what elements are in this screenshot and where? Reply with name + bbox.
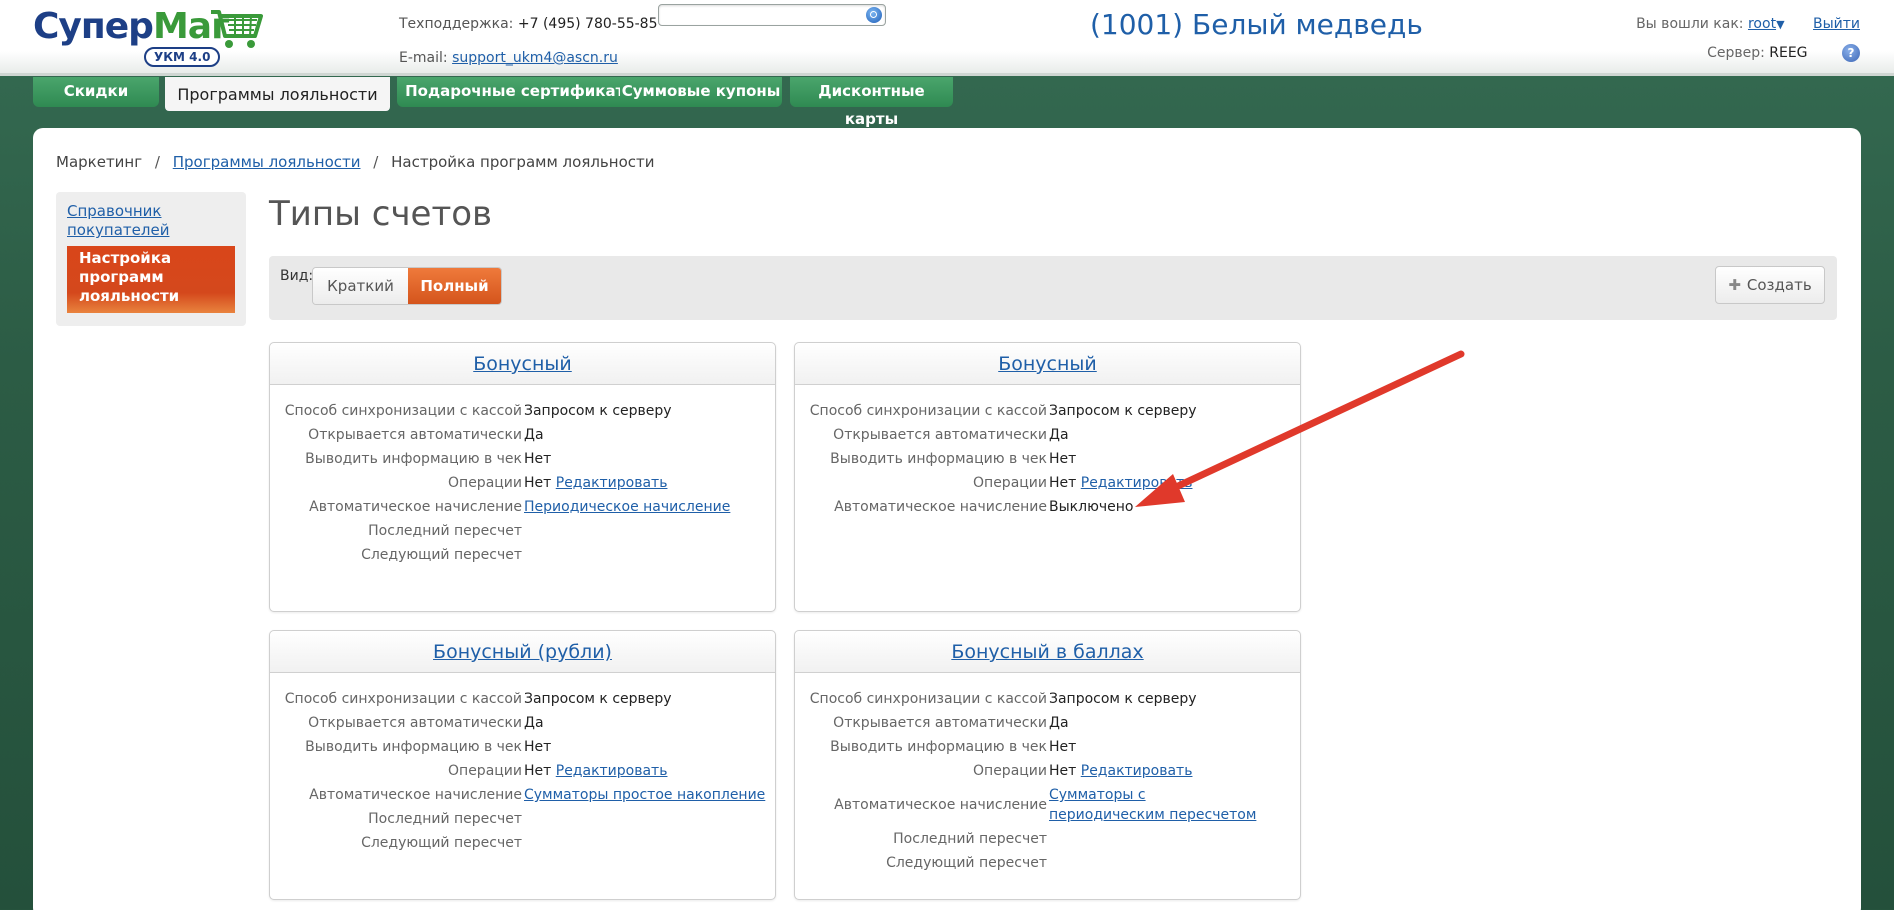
search-input[interactable] — [658, 4, 886, 26]
version-badge: УКМ 4.0 — [144, 47, 221, 67]
logout-link[interactable]: Выйти — [1813, 16, 1860, 32]
breadcrumb-current: Настройка программ лояльности — [391, 153, 655, 171]
auto-accrual-link[interactable]: Сумматоры простое накопление — [524, 787, 765, 803]
view-toolbar: Вид: Краткий Полный ✚ Создать — [269, 256, 1837, 320]
card-header: Бонусный в баллах — [795, 631, 1300, 673]
view-full-button[interactable]: Полный — [408, 268, 501, 304]
tab-sum-coupons[interactable]: Суммовые купоны — [620, 77, 782, 107]
search-icon[interactable] — [866, 7, 882, 23]
breadcrumb-root: Маркетинг — [56, 153, 143, 171]
shop-title: (1001) Белый медведь — [1090, 8, 1423, 41]
breadcrumb-link-loyalty[interactable]: Программы лояльности — [173, 153, 361, 171]
view-switch: Краткий Полный — [312, 267, 502, 305]
auto-open-value: Да — [524, 427, 544, 443]
chevron-down-icon[interactable]: ▼ — [1776, 18, 1784, 31]
sidenav-item-customers[interactable]: Справочник покупателей — [67, 202, 235, 240]
logo-text: СуперМаг — [33, 6, 230, 47]
auto-accrual-link[interactable]: Периодическое начисление — [524, 499, 730, 515]
account-card: Бонусный Способ синхронизации с кассой За… — [269, 342, 776, 612]
account-card: Бонусный в баллах Способ синхронизации с… — [794, 630, 1301, 900]
card-title-link[interactable]: Бонусный — [998, 353, 1097, 375]
shopping-cart-icon — [211, 10, 263, 48]
card-header: Бонусный (рубли) — [270, 631, 775, 673]
app-header: СуперМаг УКМ 4.0 Техподдержка: +7 (495) … — [0, 0, 1894, 76]
auto-open-value: Да — [1049, 715, 1069, 731]
support-info: Техподдержка: +7 (495) 780-55-85 E-mail:… — [399, 16, 658, 66]
edit-operations-link[interactable]: Редактировать — [556, 763, 668, 779]
user-box: Вы вошли как: root▼ Выйти Сервер: REEG ? — [1636, 16, 1860, 62]
print-value: Нет — [524, 451, 552, 467]
side-nav: Справочник покупателей Настройка програм… — [56, 192, 246, 326]
card-title-link[interactable]: Бонусный — [473, 353, 572, 375]
support-email-link[interactable]: support_ukm4@ascn.ru — [452, 50, 618, 66]
server-name: REEG — [1769, 45, 1808, 61]
user-menu[interactable]: root — [1748, 16, 1776, 32]
edit-operations-link[interactable]: Редактировать — [556, 475, 668, 491]
card-header: Бонусный — [270, 343, 775, 385]
tab-discounts[interactable]: Скидки — [33, 77, 159, 107]
sync-value: Запросом к серверу — [524, 403, 672, 419]
support-phone: +7 (495) 780-55-85 — [517, 16, 658, 32]
edit-operations-link[interactable]: Редактировать — [1081, 763, 1193, 779]
auto-open-value: Да — [524, 715, 544, 731]
tab-discount-cards[interactable]: Дисконтные карты — [790, 77, 953, 128]
tab-gift-certificates[interactable]: Подарочные сертификаты — [397, 77, 646, 107]
logo[interactable]: СуперМаг УКМ 4.0 — [33, 4, 263, 67]
sync-value: Запросом к серверу — [524, 691, 672, 707]
page-title: Типы счетов — [269, 194, 493, 234]
content-panel: Маркетинг / Программы лояльности / Настр… — [33, 128, 1861, 910]
print-value: Нет — [524, 739, 552, 755]
tab-loyalty-programs[interactable]: Программы лояльности — [165, 77, 390, 111]
sidenav-item-loyalty-settings[interactable]: Настройка программ лояльности — [67, 246, 235, 313]
annotation-arrow-icon — [1135, 350, 1465, 507]
logged-in-label: Вы вошли как: — [1636, 16, 1744, 32]
plus-icon: ✚ — [1728, 276, 1741, 294]
account-card: Бонусный (рубли) Способ синхронизации с … — [269, 630, 776, 900]
auto-accrual-link[interactable]: Сумматоры с периодическим пересчетом — [1049, 787, 1256, 823]
view-label: Вид: — [280, 268, 314, 284]
card-title-link[interactable]: Бонусный в баллах — [951, 641, 1143, 663]
view-short-button[interactable]: Краткий — [313, 268, 408, 304]
print-value: Нет — [1049, 739, 1077, 755]
sync-value: Запросом к серверу — [1049, 691, 1197, 707]
create-button[interactable]: ✚ Создать — [1715, 266, 1825, 304]
breadcrumb: Маркетинг / Программы лояльности / Настр… — [56, 153, 655, 171]
card-title-link[interactable]: Бонусный (рубли) — [433, 641, 612, 663]
help-icon[interactable]: ? — [1842, 44, 1860, 62]
